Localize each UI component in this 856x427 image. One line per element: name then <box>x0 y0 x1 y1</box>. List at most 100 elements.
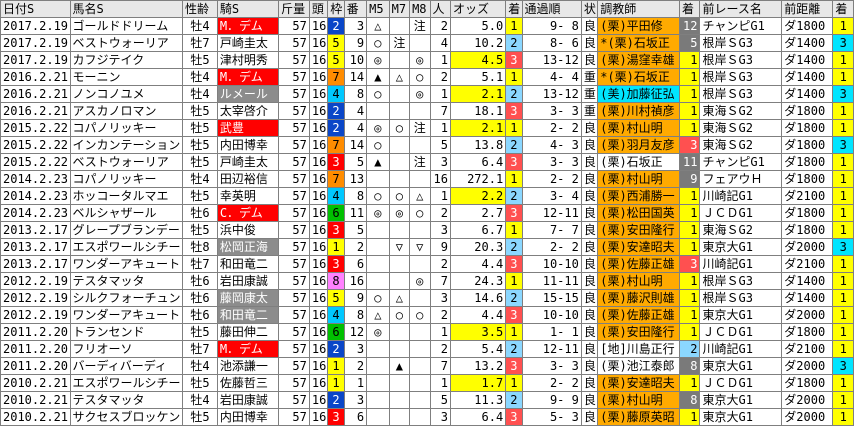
sex-age-cell: 牡4 <box>182 170 218 188</box>
odds-cell: 1.7 <box>449 374 507 392</box>
passing-order-cell: 5- 3 <box>521 408 582 426</box>
jockey-cell: 佐藤哲三 <box>216 374 280 392</box>
frame-number-cell: 5 <box>327 51 345 69</box>
passing-order-cell: 1- 1 <box>521 323 582 341</box>
column-header[interactable]: オッズ <box>449 0 507 18</box>
table-row[interactable]: 2015.2.22 ベストウォーリア 牡5 戸崎圭太 57 16 3 5 ▲ 注 3 6.4 3 3- 3… <box>0 153 854 171</box>
column-header[interactable]: 番 <box>343 0 368 18</box>
column-header[interactable]: 通過順 <box>521 0 582 18</box>
column-header[interactable]: 着 <box>505 0 523 18</box>
finish-position-cell: 3 <box>505 51 523 69</box>
table-row[interactable]: 2016.2.21 ノンコノユメ 牡4 ルメール 57 16 4 8 ○ ◎ 1 2.1 2 13-12 重… <box>0 85 854 103</box>
prev-finish-cell: 1 <box>679 119 701 137</box>
column-header[interactable]: 調教師 <box>597 0 681 18</box>
horse-name-cell: アスカノロマン <box>69 102 184 120</box>
column-header[interactable]: M7 <box>388 0 411 18</box>
mark-m8-cell: ▽ <box>409 238 431 256</box>
column-header[interactable]: 人 <box>429 0 451 18</box>
table-row[interactable]: 2017.2.19 ベストウォーリア 牡7 戸崎圭太 57 16 5 9 ○ 注 4 10.2 2 8- … <box>0 34 854 52</box>
prev-race-name-cell: 川崎記G1 <box>699 255 783 273</box>
mark-m5-cell <box>366 357 390 375</box>
table-row[interactable]: 2013.2.17 エスポワールシチー 牡8 松岡正海 57 16 1 2 ▽ ▽ 9 20.3 2 2-… <box>0 238 854 256</box>
prev-finish-cell: 1 <box>679 187 701 205</box>
column-header[interactable]: 頭 <box>308 0 329 18</box>
sex-age-cell: 牡5 <box>182 102 218 120</box>
mark-m8-cell: △ <box>409 187 431 205</box>
table-row[interactable]: 2016.2.21 モーニン 牡4 M．デム 57 16 7 14 ▲ △ ○ 2 5.1 1 4- 4 重 *… <box>0 68 854 86</box>
popularity-cell: 16 <box>429 170 451 188</box>
odds-cell: 4.5 <box>449 51 507 69</box>
field-size-cell: 16 <box>308 85 329 103</box>
race-date-cell: 2011.2.20 <box>0 323 71 341</box>
prev-distance-cell: ダ2000 <box>781 306 834 324</box>
mark-m8-cell: ◎ <box>409 272 431 290</box>
passing-order-cell: 3- 3 <box>521 102 582 120</box>
table-row[interactable]: 2017.2.19 ゴールドドリーム 牡4 M．デム 57 16 2 3 △ 注 2 5.0 1 9- 8… <box>0 17 854 35</box>
table-row[interactable]: 2010.2.21 テスタマッタ 牡4 岩田康誠 57 16 2 3 5 11.3 2 9- 9 良 (栗… <box>0 391 854 409</box>
track-condition-cell: 重 <box>580 68 599 86</box>
column-header[interactable]: M8 <box>409 0 431 18</box>
column-header[interactable]: 斤量 <box>278 0 310 18</box>
table-row[interactable]: 2011.2.20 トランセンド 牡5 藤田伸二 57 16 6 12 ◎ 1 3.5 1 1- 1 良(… <box>0 323 854 341</box>
table-row[interactable]: 2012.2.19 ワンダーアキュート 牡6 和田竜二 57 16 4 8 △ ○ ○ 2 4.4 3 10… <box>0 306 854 324</box>
race-date-cell: 2012.2.19 <box>0 289 71 307</box>
table-row[interactable]: 2010.2.21 エスポワールシチー 牡5 佐藤哲三 57 16 1 1 1 1.7 1 2- 2良… <box>0 374 854 392</box>
prev-distance-cell: ダ1800 <box>781 102 834 120</box>
frame-number-cell: 7 <box>327 170 345 188</box>
horse-name-cell: エスポワールシチー <box>69 374 184 392</box>
track-condition-cell: 良 <box>580 357 599 375</box>
finish-position-cell: 3 <box>505 408 523 426</box>
table-row[interactable]: 2017.2.19 カフジテイク 牡5 津村明秀 57 16 5 10 ◎ ◎ 1 4.5 3 13-12… <box>0 51 854 69</box>
sex-age-cell: 牡6 <box>182 272 218 290</box>
jockey-cell: 幸英明 <box>216 187 280 205</box>
table-row[interactable]: 2015.2.22 インカンテーション 牡5 内田博幸 57 16 7 14 ○ 5 13.8 2 4-… <box>0 136 854 154</box>
table-row[interactable]: 2015.2.22 コパノリッキー 牡5 武豊 57 16 2 4 ◎ ○ 注 1 2.1 1 2- 2 良(… <box>0 119 854 137</box>
column-header[interactable]: 状 <box>580 0 599 18</box>
prev-finish-cell: 1 <box>679 306 701 324</box>
odds-cell: 6.4 <box>449 153 507 171</box>
table-row[interactable]: 2012.2.19 シルクフォーチュン 牡6 藤岡康太 57 16 5 9 ○ △ 3 14.6 2 15… <box>0 289 854 307</box>
finish-position-cell: 1 <box>505 17 523 35</box>
table-row[interactable]: 2016.2.21 アスカノロマン 牡5 太宰啓介 57 16 2 4 7 18.1 3 3- 3 重(… <box>0 102 854 120</box>
column-header[interactable]: 日付S <box>0 0 71 18</box>
horse-number-cell: 3 <box>343 17 368 35</box>
prev-distance-cell: ダ1800 <box>781 204 834 222</box>
table-row[interactable]: 2011.2.20 フリオーソ 牡7 M．デム 57 16 2 3 2 5.4 2 12-11 良 [地]… <box>0 340 854 358</box>
jockey-cell: 田辺裕信 <box>216 170 280 188</box>
mark-m8-cell <box>409 289 431 307</box>
table-row[interactable]: 2014.2.23 ホッコータルマエ 牡5 幸英明 57 16 4 8 ○ ○ △ 1 2.2 2 3- 4… <box>0 187 854 205</box>
table-row[interactable]: 2012.2.19 テスタマッタ 牡6 岩田康誠 57 16 8 16 ◎ 7 24.3 1 11-11… <box>0 272 854 290</box>
column-header[interactable]: 前レース名 <box>699 0 783 18</box>
frame-number-cell: 4 <box>327 187 345 205</box>
table-row[interactable]: 2014.2.23 ベルシャザール 牡6 C．デム 57 16 6 11 ◎ ◎ ○ 2 2.7 3 12-… <box>0 204 854 222</box>
prev-race-name-cell: チャンピG1 <box>699 17 783 35</box>
column-header[interactable]: 着 <box>832 0 854 18</box>
prev-race-finish-cell: 3 <box>832 136 854 154</box>
column-header[interactable]: 騎S <box>216 0 280 18</box>
field-size-cell: 16 <box>308 204 329 222</box>
track-condition-cell: 重 <box>580 85 599 103</box>
table-row[interactable]: 2010.2.21 サクセスブロッケン 牡5 内田博幸 57 16 3 6 3 6.4 3 5- 3良… <box>0 408 854 426</box>
mark-m7-cell <box>388 221 411 239</box>
track-condition-cell: 良 <box>580 374 599 392</box>
column-header[interactable]: 前距離 <box>781 0 834 18</box>
table-row[interactable]: 2013.2.17 グレープブランデー 牡5 浜中俊 57 16 3 5 3 6.7 1 7- 7 良(… <box>0 221 854 239</box>
column-header[interactable]: M5 <box>366 0 390 18</box>
column-header[interactable]: 枠 <box>327 0 345 18</box>
track-condition-cell: 良 <box>580 34 599 52</box>
column-header[interactable]: 馬名S <box>69 0 184 18</box>
table-row[interactable]: 2014.2.23 コパノリッキー 牡4 田辺裕信 57 16 7 13 16 272.1 1 2- … <box>0 170 854 188</box>
column-header[interactable]: 性齢 <box>182 0 218 18</box>
prev-race-finish-cell: 1 <box>832 323 854 341</box>
mark-m5-cell <box>366 408 390 426</box>
mark-m8-cell <box>409 391 431 409</box>
frame-number-cell: 3 <box>327 221 345 239</box>
table-row[interactable]: 2013.2.17 ワンダーアキュート 牡7 和田竜二 57 16 3 6 2 4.4 3 10-10… <box>0 255 854 273</box>
table-row[interactable]: 2011.2.20 バーディバーディ 牡4 池添謙一 57 16 1 2 ▲ 7 13.2 3 3- 3… <box>0 357 854 375</box>
prev-finish-cell: 1 <box>679 51 701 69</box>
passing-order-cell: 2- 2 <box>521 119 582 137</box>
mark-m5-cell: △ <box>366 306 390 324</box>
prev-race-finish-cell: 1 <box>832 289 854 307</box>
column-header[interactable]: 着 <box>679 0 701 18</box>
popularity-cell: 1 <box>429 323 451 341</box>
